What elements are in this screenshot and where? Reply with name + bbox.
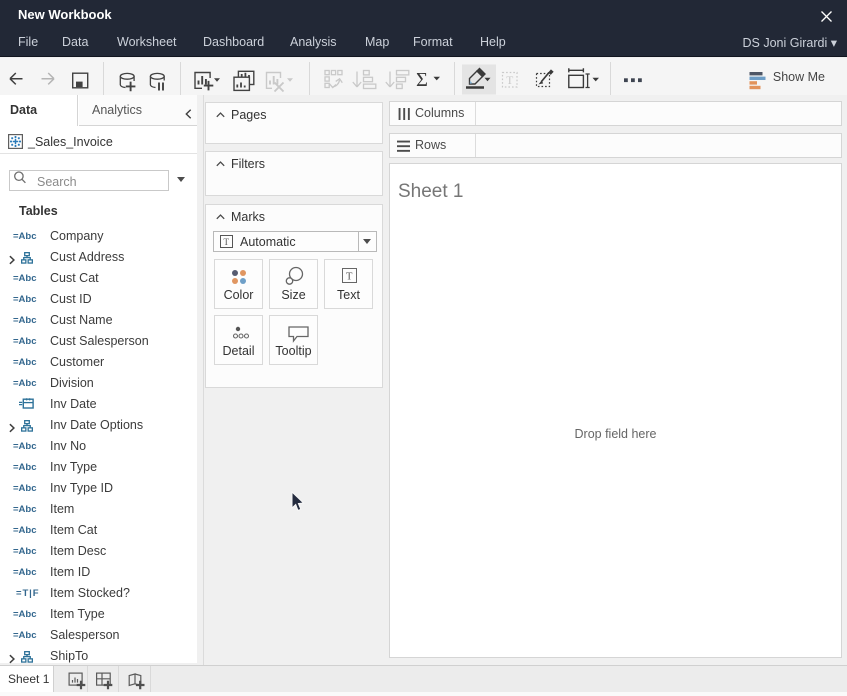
- svg-text:T: T: [346, 272, 353, 283]
- svg-text:T: T: [506, 75, 513, 87]
- svg-text:T: T: [224, 237, 230, 247]
- svg-text:Σ: Σ: [416, 69, 428, 91]
